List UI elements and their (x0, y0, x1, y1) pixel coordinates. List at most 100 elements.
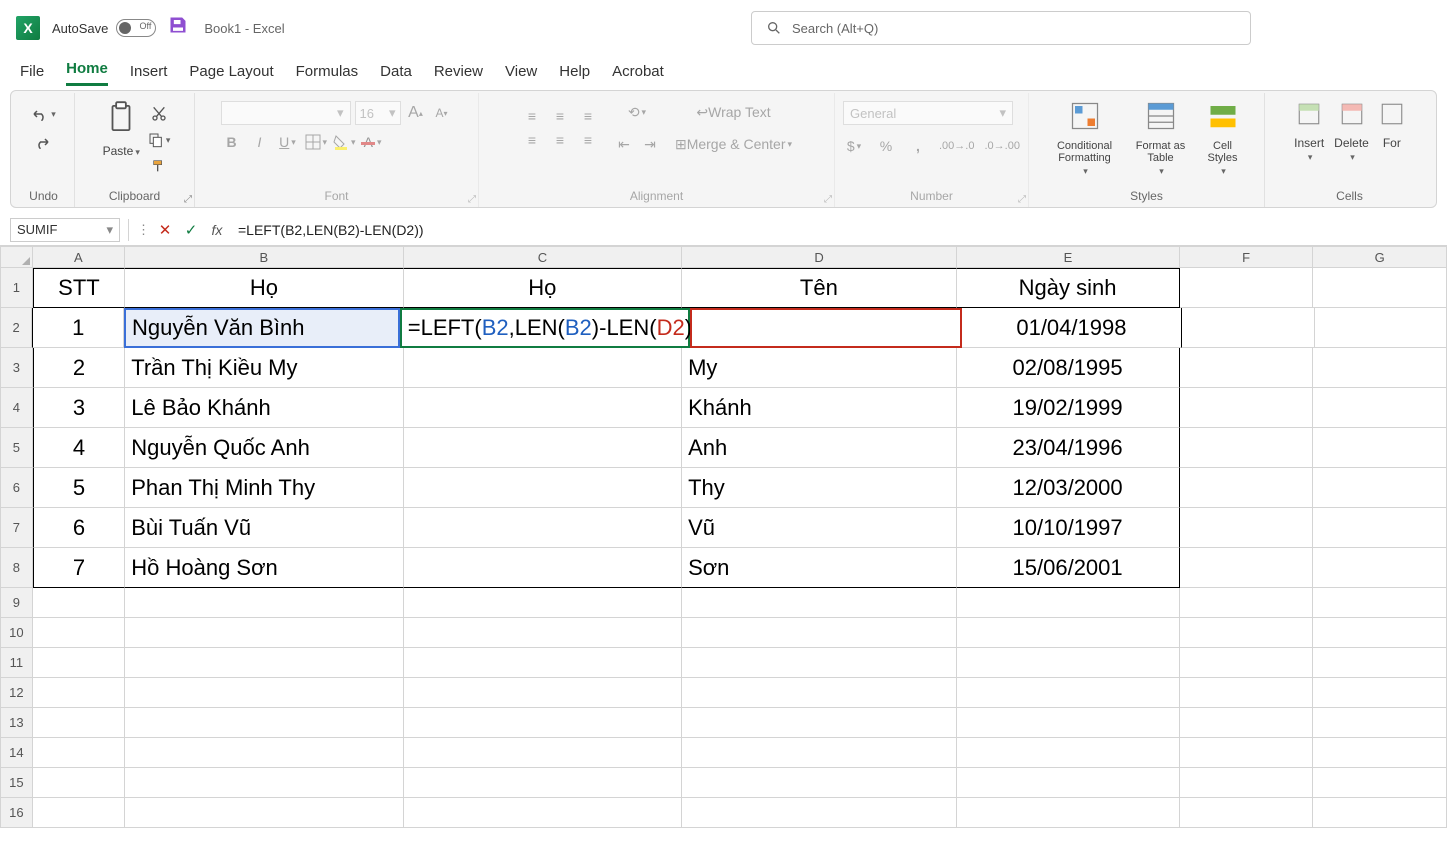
cell-a7[interactable]: 6 (33, 508, 126, 548)
cell-d14[interactable] (682, 738, 957, 768)
row-header-4[interactable]: 4 (0, 388, 33, 428)
row-header-9[interactable]: 9 (0, 588, 33, 618)
underline-button[interactable]: U (277, 131, 299, 153)
insert-function-icon[interactable]: fx (206, 222, 228, 238)
cell-e6[interactable]: 12/03/2000 (957, 468, 1180, 508)
decrease-font-icon[interactable]: A▾ (431, 102, 453, 124)
format-as-table-button[interactable]: Format as Table (1127, 99, 1195, 179)
row-header-1[interactable]: 1 (0, 268, 33, 308)
cell-f13[interactable] (1180, 708, 1314, 738)
save-icon[interactable] (168, 15, 188, 41)
cell-e1[interactable]: Ngày sinh (957, 268, 1180, 308)
cell-b9[interactable] (125, 588, 403, 618)
alignment-launcher-icon[interactable]: ⤢ (824, 194, 832, 205)
cell-g3[interactable] (1313, 348, 1447, 388)
cell-g11[interactable] (1313, 648, 1447, 678)
orientation-button[interactable]: ⟲ (613, 101, 661, 123)
col-header-a[interactable]: A (33, 246, 125, 268)
cell-f5[interactable] (1180, 428, 1314, 468)
tab-review[interactable]: Review (434, 63, 483, 86)
cell-a9[interactable] (33, 588, 126, 618)
cell-a6[interactable]: 5 (33, 468, 126, 508)
format-cells-button[interactable]: For (1375, 99, 1409, 165)
align-middle-icon[interactable]: ≡ (549, 105, 571, 127)
clipboard-launcher-icon[interactable]: ⤢ (184, 194, 192, 205)
spreadsheet-grid[interactable]: A B C D E F G 1 STT Họ Họ Tên Ngày sinh … (0, 246, 1447, 828)
align-right-icon[interactable]: ≡ (577, 129, 599, 151)
cell-e2[interactable]: 01/04/1998 (962, 308, 1183, 348)
cell-b8[interactable]: Hồ Hoàng Sơn (125, 548, 403, 588)
increase-font-icon[interactable]: A▴ (405, 102, 427, 124)
row-header-6[interactable]: 6 (0, 468, 33, 508)
cell-e5[interactable]: 23/04/1996 (957, 428, 1180, 468)
cell-a12[interactable] (33, 678, 126, 708)
cell-c10[interactable] (404, 618, 682, 648)
cell-a14[interactable] (33, 738, 126, 768)
cell-d11[interactable] (682, 648, 957, 678)
cell-g13[interactable] (1313, 708, 1447, 738)
percent-button[interactable]: % (875, 135, 897, 157)
tab-data[interactable]: Data (380, 63, 412, 86)
cell-c12[interactable] (404, 678, 682, 708)
cell-e11[interactable] (957, 648, 1180, 678)
cell-c9[interactable] (404, 588, 682, 618)
cell-b7[interactable]: Bùi Tuấn Vũ (125, 508, 403, 548)
cell-c2[interactable]: =LEFT(B2,LEN(B2)-LEN(D2)) (400, 308, 690, 348)
cell-g16[interactable] (1313, 798, 1447, 828)
cell-d7[interactable]: Vũ (682, 508, 957, 548)
col-header-c[interactable]: C (404, 246, 683, 268)
insert-cells-button[interactable]: Insert (1290, 99, 1328, 165)
cell-e3[interactable]: 02/08/1995 (957, 348, 1180, 388)
cell-g10[interactable] (1313, 618, 1447, 648)
cell-d15[interactable] (682, 768, 957, 798)
cell-c3[interactable] (404, 348, 682, 388)
copy-button[interactable] (148, 129, 171, 151)
delete-cells-button[interactable]: Delete (1330, 99, 1373, 165)
row-header-14[interactable]: 14 (0, 738, 33, 768)
cell-f12[interactable] (1180, 678, 1314, 708)
cell-b14[interactable] (125, 738, 403, 768)
decrease-decimal-icon[interactable]: .0→.00 (984, 135, 1019, 157)
cell-a8[interactable]: 7 (33, 548, 126, 588)
cell-b1[interactable]: Họ (125, 268, 403, 308)
cell-e13[interactable] (957, 708, 1180, 738)
cell-b2[interactable]: Nguyễn Văn Bình (124, 308, 400, 348)
merge-center-button[interactable]: ⊞ Merge & Center (675, 133, 792, 155)
cell-f15[interactable] (1180, 768, 1314, 798)
row-header-10[interactable]: 10 (0, 618, 33, 648)
row-header-13[interactable]: 13 (0, 708, 33, 738)
autosave-toggle[interactable]: AutoSave Off (52, 19, 156, 37)
row-header-16[interactable]: 16 (0, 798, 33, 828)
cell-g8[interactable] (1313, 548, 1447, 588)
row-header-5[interactable]: 5 (0, 428, 33, 468)
cell-e15[interactable] (957, 768, 1180, 798)
row-header-8[interactable]: 8 (0, 548, 33, 588)
col-header-e[interactable]: E (957, 246, 1180, 268)
tab-view[interactable]: View (505, 63, 537, 86)
cell-a3[interactable]: 2 (33, 348, 126, 388)
cell-f1[interactable] (1180, 268, 1314, 308)
row-header-3[interactable]: 3 (0, 348, 33, 388)
paste-button[interactable]: Paste (99, 99, 144, 177)
cell-g5[interactable] (1313, 428, 1447, 468)
cancel-formula-icon[interactable]: ✕ (154, 221, 176, 239)
cell-g7[interactable] (1313, 508, 1447, 548)
cell-c15[interactable] (404, 768, 682, 798)
cell-d12[interactable] (682, 678, 957, 708)
cell-f8[interactable] (1180, 548, 1314, 588)
cell-c6[interactable] (404, 468, 682, 508)
cell-b15[interactable] (125, 768, 403, 798)
cell-e16[interactable] (957, 798, 1180, 828)
cell-b11[interactable] (125, 648, 403, 678)
cell-e14[interactable] (957, 738, 1180, 768)
col-header-f[interactable]: F (1180, 246, 1314, 268)
cell-f16[interactable] (1180, 798, 1314, 828)
cell-c11[interactable] (404, 648, 682, 678)
number-launcher-icon[interactable]: ⤢ (1018, 194, 1026, 205)
cell-a15[interactable] (33, 768, 126, 798)
cell-b13[interactable] (125, 708, 403, 738)
cell-g14[interactable] (1313, 738, 1447, 768)
row-header-12[interactable]: 12 (0, 678, 33, 708)
tab-formulas[interactable]: Formulas (296, 63, 359, 86)
row-header-15[interactable]: 15 (0, 768, 33, 798)
